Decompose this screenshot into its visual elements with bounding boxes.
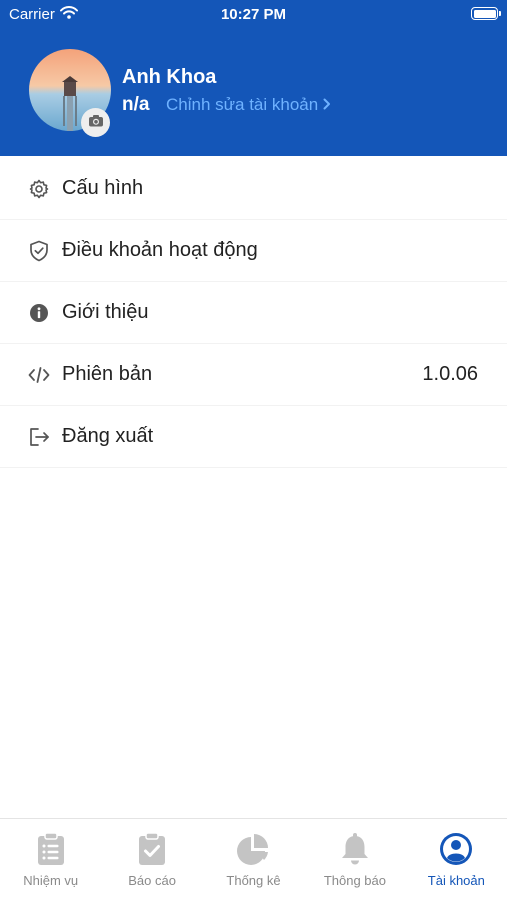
user-subtitle: n/a — [122, 94, 150, 115]
menu-item-settings[interactable]: Cấu hình — [0, 158, 507, 220]
tab-statistics[interactable]: Thống kê — [203, 819, 304, 900]
camera-icon — [88, 114, 104, 132]
settings-menu: Cấu hình Điều khoản hoạt động Giới thiệu — [0, 158, 507, 468]
tab-label: Nhiệm vụ — [23, 873, 79, 888]
clipboard-list-icon — [0, 832, 101, 868]
tab-account[interactable]: Tài khoản — [406, 819, 507, 900]
tab-label: Báo cáo — [128, 873, 176, 888]
version-number: 1.0.06 — [422, 363, 478, 385]
tab-reports[interactable]: Báo cáo — [101, 819, 202, 900]
profile-header: Carrier 10:27 PM Anh Khoa n/a Chỉnh sửa … — [0, 0, 507, 156]
pie-chart-icon — [203, 832, 304, 868]
menu-item-label: Điều khoản hoạt động — [62, 239, 258, 261]
info-icon — [28, 302, 50, 324]
clipboard-check-icon — [101, 832, 202, 868]
menu-item-logout[interactable]: Đăng xuất — [0, 406, 507, 468]
shield-check-icon — [28, 240, 50, 262]
battery-icon — [471, 7, 501, 20]
tab-notifications[interactable]: Thông báo — [304, 819, 405, 900]
user-circle-icon — [406, 832, 507, 868]
tab-tasks[interactable]: Nhiệm vụ — [0, 819, 101, 900]
tab-bar: Nhiệm vụ Báo cáo Thống kê Thông báo Tài … — [0, 818, 507, 900]
tab-label: Thông báo — [323, 873, 386, 888]
menu-item-label: Giới thiệu — [62, 301, 149, 323]
user-name: Anh Khoa — [122, 66, 217, 88]
tab-label: Tài khoản — [427, 873, 485, 888]
code-icon — [28, 364, 50, 386]
menu-item-about[interactable]: Giới thiệu — [0, 282, 507, 344]
edit-account-label: Chỉnh sửa tài khoản — [166, 95, 319, 114]
menu-item-label: Cấu hình — [62, 177, 144, 199]
menu-item-label: Đăng xuất — [62, 425, 154, 447]
change-photo-button[interactable] — [81, 108, 110, 137]
chevron-right-icon — [323, 95, 331, 115]
status-bar: Carrier 10:27 PM — [0, 0, 507, 28]
logout-icon — [28, 426, 50, 448]
gear-icon — [28, 178, 50, 200]
tab-label: Thống kê — [226, 873, 281, 888]
clock: 10:27 PM — [220, 6, 287, 23]
menu-item-terms[interactable]: Điều khoản hoạt động — [0, 220, 507, 282]
bell-icon — [304, 832, 405, 868]
menu-item-label: Phiên bản — [62, 363, 153, 385]
edit-account-link[interactable]: Chỉnh sửa tài khoản — [166, 95, 331, 115]
menu-item-version: Phiên bản 1.0.06 — [0, 344, 507, 406]
